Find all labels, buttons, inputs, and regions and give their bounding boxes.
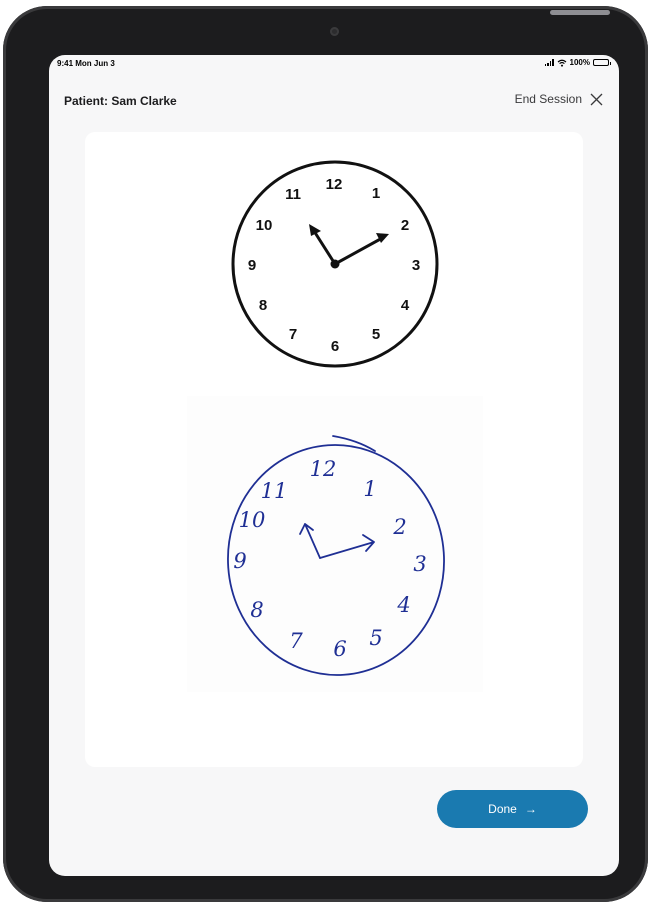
close-icon bbox=[590, 93, 603, 105]
status-indicators: 100% bbox=[544, 58, 611, 67]
done-label: Done bbox=[488, 802, 517, 816]
front-camera bbox=[330, 27, 339, 36]
wifi-icon bbox=[557, 59, 566, 67]
reference-clock: 12 1 2 3 4 5 6 7 8 9 10 11 bbox=[231, 160, 439, 368]
reference-numeral: 5 bbox=[372, 326, 380, 343]
drawn-clock-numerals: 12 1 2 3 4 5 6 7 8 9 10 11 bbox=[233, 457, 426, 661]
reference-numeral: 12 bbox=[326, 176, 343, 193]
reference-numeral: 3 bbox=[412, 257, 420, 274]
drawn-numeral: 10 bbox=[239, 508, 266, 532]
drawn-numeral: 6 bbox=[333, 637, 346, 661]
status-time: 9:41 Mon Jun 3 bbox=[57, 59, 115, 68]
cellular-signal-icon bbox=[544, 59, 554, 66]
drawn-numeral: 3 bbox=[413, 552, 426, 576]
drawn-minute-hand bbox=[319, 534, 375, 559]
drawn-numeral: 1 bbox=[363, 477, 376, 501]
end-session-label: End Session bbox=[514, 92, 582, 106]
reference-numeral: 1 bbox=[372, 185, 380, 202]
drawn-numeral: 2 bbox=[392, 515, 406, 539]
battery-icon bbox=[593, 59, 611, 66]
drawn-numeral: 4 bbox=[396, 593, 410, 617]
arrow-right-icon: → bbox=[524, 802, 537, 816]
ipad-frame: 9:41 Mon Jun 3 100% Patient: Sam Clarke … bbox=[3, 6, 648, 902]
end-session-button[interactable]: End Session bbox=[515, 92, 603, 106]
reference-clock-center bbox=[330, 259, 340, 269]
reference-hour-hand bbox=[312, 229, 337, 266]
session-header: Patient: Sam Clarke End Session bbox=[49, 92, 619, 114]
reference-numeral: 10 bbox=[256, 217, 273, 234]
drawn-stroke bbox=[332, 435, 376, 452]
reference-numeral: 11 bbox=[285, 186, 301, 203]
clock-test-card: 12 1 2 3 4 5 6 7 8 9 10 11 12 1 2 3 4 5 … bbox=[85, 132, 583, 767]
drawn-numeral: 12 bbox=[310, 457, 337, 481]
reference-minute-hand bbox=[333, 235, 386, 266]
drawn-numeral: 7 bbox=[289, 629, 303, 653]
done-button[interactable]: Done → bbox=[437, 790, 588, 828]
status-bar: 9:41 Mon Jun 3 100% bbox=[49, 55, 619, 73]
drawn-numeral: 9 bbox=[233, 549, 246, 573]
reference-numeral: 4 bbox=[401, 297, 410, 314]
drawn-numeral: 8 bbox=[250, 598, 263, 622]
battery-percent: 100% bbox=[569, 58, 590, 67]
reference-numeral: 9 bbox=[248, 257, 256, 274]
drawn-clock: 12 1 2 3 4 5 6 7 8 9 10 11 bbox=[227, 435, 445, 676]
screen: 9:41 Mon Jun 3 100% Patient: Sam Clarke … bbox=[49, 55, 619, 876]
top-button bbox=[550, 10, 610, 15]
drawn-hour-hand bbox=[299, 523, 321, 559]
drawn-numeral: 5 bbox=[369, 626, 382, 650]
patient-name: Patient: Sam Clarke bbox=[64, 94, 177, 108]
drawn-numeral: 11 bbox=[261, 479, 288, 503]
reference-numeral: 2 bbox=[401, 217, 409, 234]
reference-numeral: 8 bbox=[259, 297, 267, 314]
reference-numeral: 6 bbox=[331, 338, 339, 355]
reference-numeral: 7 bbox=[289, 326, 297, 343]
drawing-canvas[interactable]: 12 1 2 3 4 5 6 7 8 9 10 11 bbox=[187, 396, 483, 692]
